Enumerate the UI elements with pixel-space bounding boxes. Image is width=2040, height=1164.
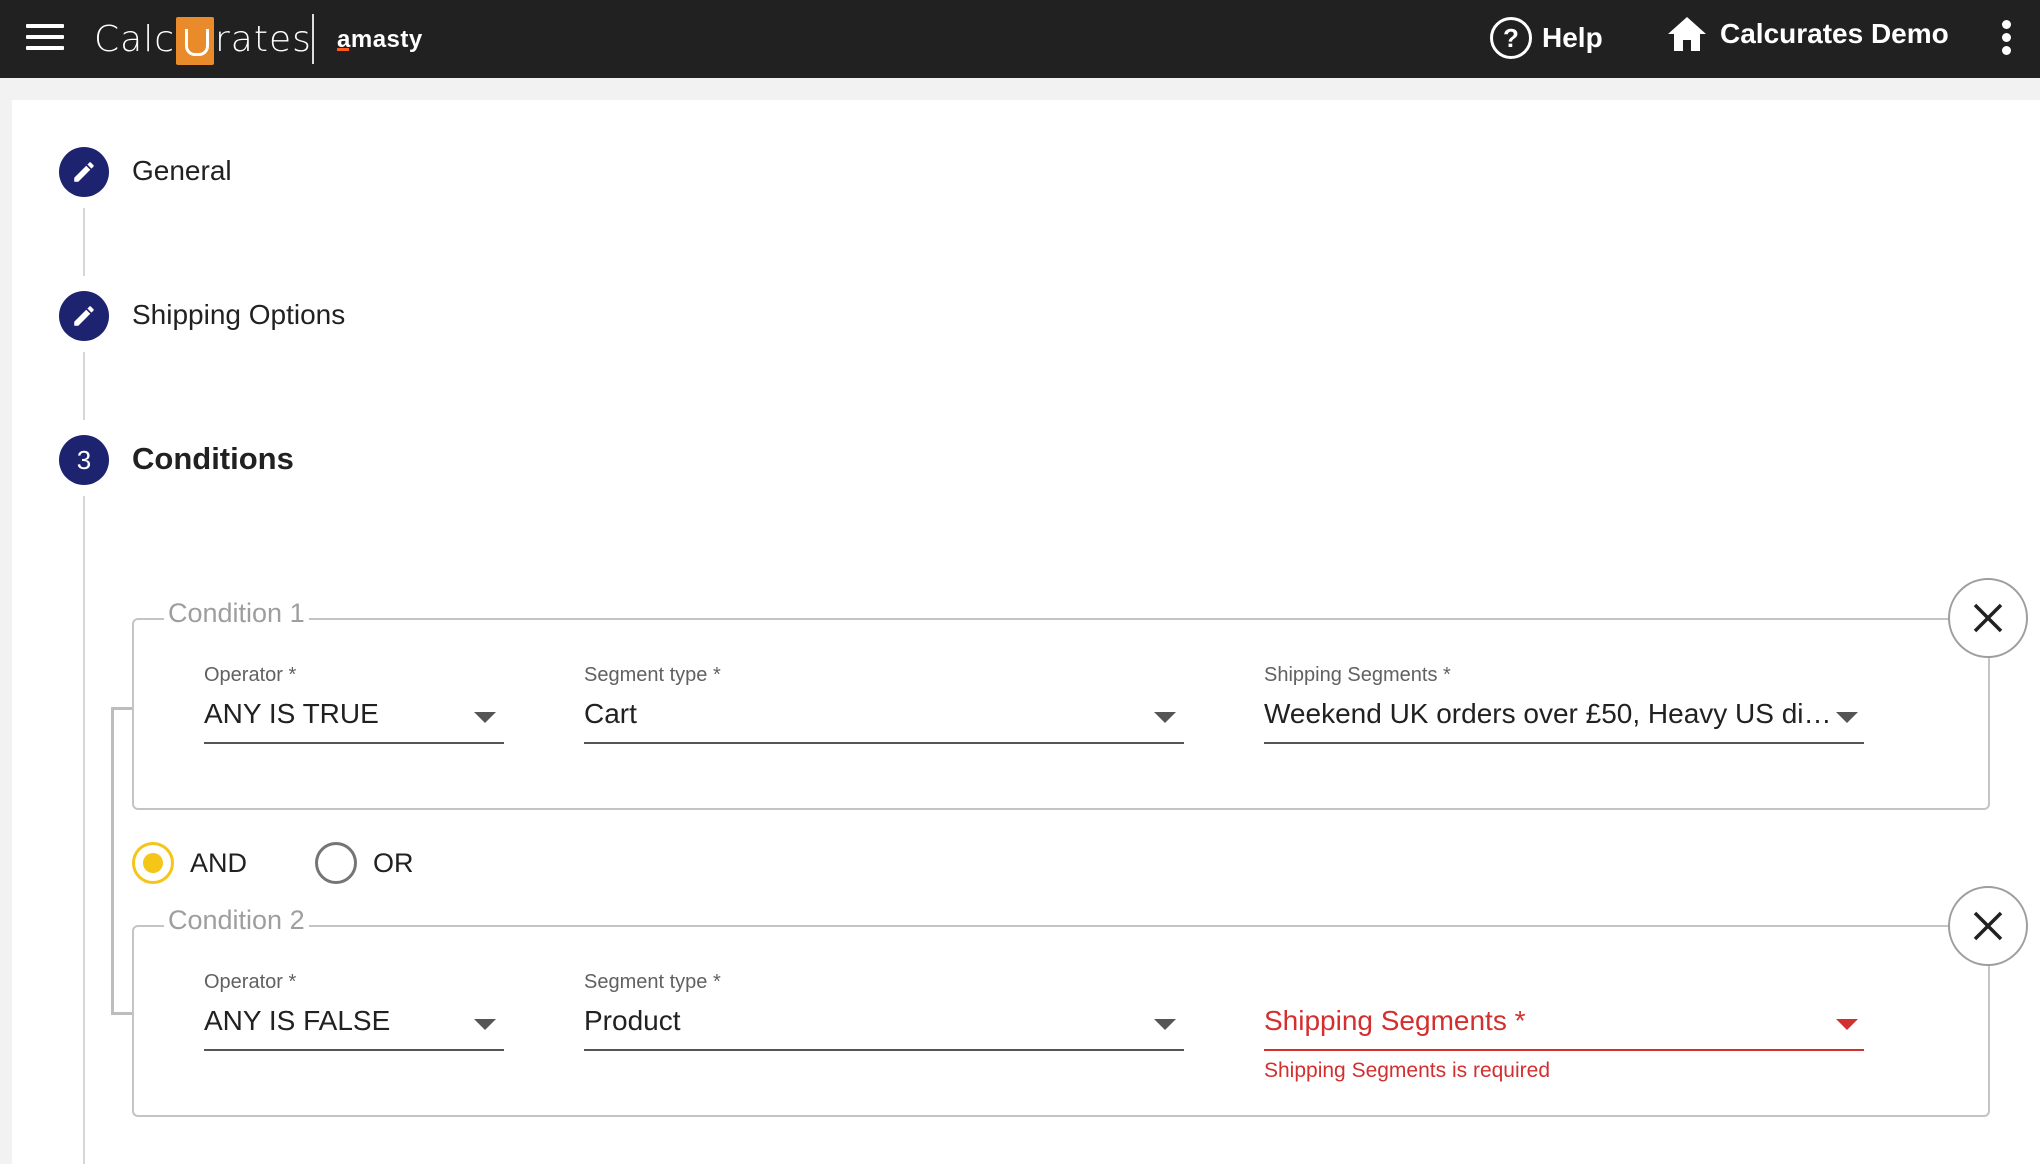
store-switcher-button[interactable]: Calcurates Demo <box>1666 15 1949 53</box>
condition-1-legend: Condition 1 <box>164 598 309 629</box>
operator-label: Operator * <box>204 664 297 686</box>
operator-label: Operator * <box>204 971 297 993</box>
and-radio[interactable] <box>132 842 174 884</box>
shipping-segments-label: Shipping Segments * <box>1264 664 1451 686</box>
chevron-down-icon[interactable] <box>1836 1019 1858 1030</box>
operator-underline <box>204 1049 504 1051</box>
shipping-segments-underline <box>1264 1049 1864 1051</box>
top-app-bar: Calc rates amasty ? Help Calcurates Demo <box>0 0 2040 78</box>
step-general-edit-icon[interactable] <box>59 147 109 197</box>
operator-value[interactable]: ANY IS TRUE <box>204 698 464 730</box>
close-icon <box>1973 911 2003 941</box>
chevron-down-icon[interactable] <box>1154 712 1176 723</box>
partner-brand: amasty <box>337 26 423 53</box>
step-general-label[interactable]: General <box>132 155 232 187</box>
step-shipping-options-label[interactable]: Shipping Options <box>132 299 345 331</box>
chevron-down-icon[interactable] <box>474 712 496 723</box>
more-options-icon[interactable] <box>2000 20 2012 60</box>
close-icon <box>1973 603 2003 633</box>
home-icon <box>1668 17 1706 51</box>
calcurates-logo[interactable]: Calc rates <box>94 13 312 65</box>
chevron-down-icon[interactable] <box>1154 1019 1176 1030</box>
operator-underline <box>204 742 504 744</box>
help-label: Help <box>1542 22 1603 53</box>
or-radio-label[interactable]: OR <box>373 848 414 879</box>
segment-type-value[interactable]: Cart <box>584 698 1124 730</box>
stepper-connector <box>83 496 85 1164</box>
step-conditions-label: Conditions <box>132 441 294 476</box>
condition-2-legend: Condition 2 <box>164 905 309 936</box>
or-radio[interactable] <box>315 842 358 884</box>
chevron-down-icon[interactable] <box>474 1019 496 1030</box>
help-circle-icon: ? <box>1490 17 1532 59</box>
shipping-segments-underline <box>1264 742 1864 744</box>
operator-value[interactable]: ANY IS FALSE <box>204 1005 464 1037</box>
shipping-segments-error: Shipping Segments is required <box>1264 1059 1551 1082</box>
logo-badge-icon <box>176 17 214 65</box>
hamburger-menu-icon[interactable] <box>26 24 64 54</box>
logo-text-left: Calc <box>94 18 175 60</box>
condition-1-box: Condition 1 Operator * ANY IS TRUE Segme… <box>132 598 1990 810</box>
segment-type-underline <box>584 1049 1184 1051</box>
help-button[interactable]: ? Help <box>1490 17 1603 59</box>
condition-group-bracket <box>111 707 133 1015</box>
logic-operator-radio-group: AND OR <box>132 842 482 884</box>
shipping-segments-placeholder[interactable]: Shipping Segments * <box>1264 1005 1834 1037</box>
segment-type-value[interactable]: Product <box>584 1005 1124 1037</box>
step-shipping-options-edit-icon[interactable] <box>59 291 109 341</box>
logo-divider <box>312 14 314 64</box>
chevron-down-icon[interactable] <box>1836 712 1858 723</box>
and-radio-label[interactable]: AND <box>190 848 247 879</box>
remove-condition-1-button[interactable] <box>1948 578 2028 658</box>
shipping-segments-value[interactable]: Weekend UK orders over £50, Heavy US dis… <box>1264 698 1834 730</box>
store-name: Calcurates Demo <box>1720 18 1949 49</box>
step-conditions-number: 3 <box>59 435 109 485</box>
stepper-connector <box>83 352 85 420</box>
segment-type-underline <box>584 742 1184 744</box>
condition-2-box: Condition 2 Operator * ANY IS FALSE Segm… <box>132 905 1990 1117</box>
segment-type-label: Segment type * <box>584 971 721 993</box>
logo-text-right: rates <box>215 18 312 60</box>
segment-type-label: Segment type * <box>584 664 721 686</box>
remove-condition-2-button[interactable] <box>1948 886 2028 966</box>
stepper-connector <box>83 208 85 276</box>
